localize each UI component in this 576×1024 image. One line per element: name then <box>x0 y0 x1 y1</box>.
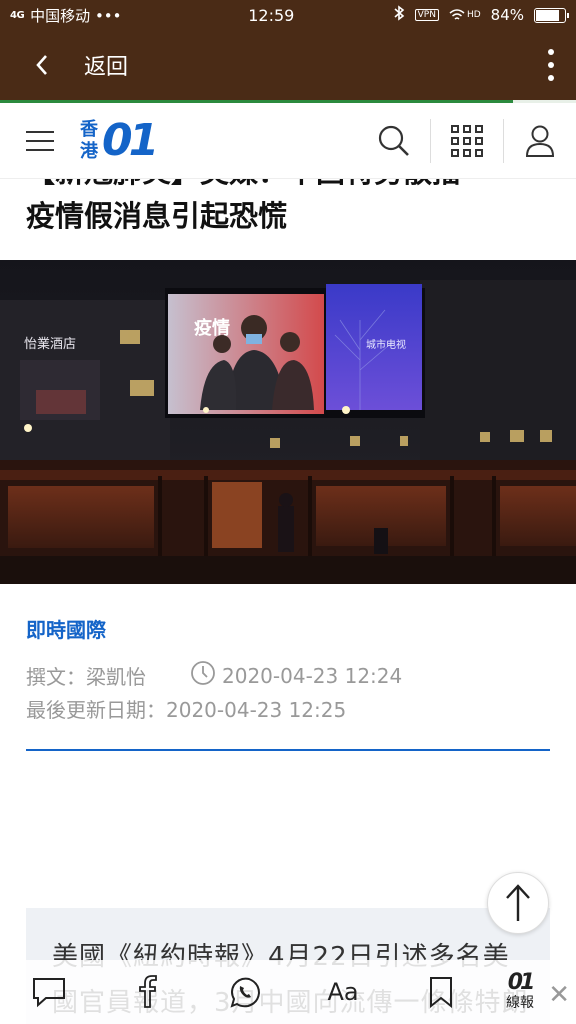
more-options-icon[interactable] <box>526 30 576 100</box>
signal-indicator: 4G <box>10 9 25 21</box>
logo-text-bottom: 港 <box>80 140 98 162</box>
arrow-up-icon <box>506 884 530 921</box>
scroll-to-top-button[interactable] <box>487 872 549 934</box>
bookmark-icon <box>430 977 452 1008</box>
back-button[interactable] <box>0 30 84 100</box>
publish-date: 2020-04-23 12:24 <box>222 663 403 688</box>
clock-icon <box>190 660 216 691</box>
grid-menu-icon[interactable] <box>431 103 503 179</box>
news-tip-label: 線報 <box>506 995 534 1011</box>
night-street-screen-image: 怡業酒店 城市电视 疫情 <box>0 260 576 584</box>
wifi-icon: HD <box>449 8 481 22</box>
back-label[interactable]: 返回 <box>84 49 526 81</box>
meta-divider <box>26 749 550 751</box>
section-link[interactable]: 即時國際 <box>26 614 106 643</box>
chevron-left-icon <box>36 55 47 75</box>
bluetooth-icon <box>393 5 405 25</box>
whatsapp-icon <box>230 977 261 1008</box>
comment-icon <box>33 978 65 1008</box>
app-bar: 返回 <box>0 30 576 100</box>
site-header: 香 港 01 <box>0 103 576 179</box>
comment-button[interactable] <box>0 960 98 1024</box>
search-icon[interactable] <box>358 103 430 179</box>
facebook-share-button[interactable] <box>98 960 196 1024</box>
close-icon[interactable]: ✕ <box>548 980 570 1010</box>
facebook-icon <box>139 975 157 1008</box>
news-tip-button[interactable]: 01 線報 <box>490 960 550 1024</box>
vpn-badge: VPN <box>414 9 439 21</box>
author: 撰文：梁凱怡 <box>26 665 146 689</box>
hd-label: HD <box>466 10 481 20</box>
bookmark-button[interactable] <box>392 960 490 1024</box>
logo-text-top: 香 <box>80 118 98 140</box>
clock: 12:59 <box>248 5 295 25</box>
carrier-label: 中国移动 ••• <box>30 6 122 25</box>
font-size-button[interactable]: Aa <box>294 960 392 1024</box>
news-tip-logo: 01 <box>507 970 536 995</box>
whatsapp-share-button[interactable] <box>196 960 294 1024</box>
updated-date: 最後更新日期：2020-04-23 12:25 <box>26 698 347 722</box>
article-byline: 撰文：梁凱怡 2020-04-23 12:24 <box>26 660 402 691</box>
hotel-sign: 怡業酒店 <box>24 336 76 352</box>
battery-icon <box>534 7 569 23</box>
bottom-toolbar: Aa 01 線報 <box>0 960 576 1024</box>
battery-percent: 84% <box>490 6 524 24</box>
menu-icon[interactable] <box>0 103 80 179</box>
screen-caption: 城市电视 <box>366 338 406 351</box>
article-photo[interactable]: 怡業酒店 城市电视 疫情 <box>0 260 576 584</box>
status-bar: 4G 中国移动 ••• 12:59 VPN HD 84% <box>0 0 576 30</box>
user-icon[interactable] <box>504 103 576 179</box>
article-title-line2: 疫情假消息引起恐慌 <box>26 199 288 233</box>
hk01-logo[interactable]: 香 港 01 <box>80 103 159 179</box>
logo-number: 01 <box>102 115 159 166</box>
